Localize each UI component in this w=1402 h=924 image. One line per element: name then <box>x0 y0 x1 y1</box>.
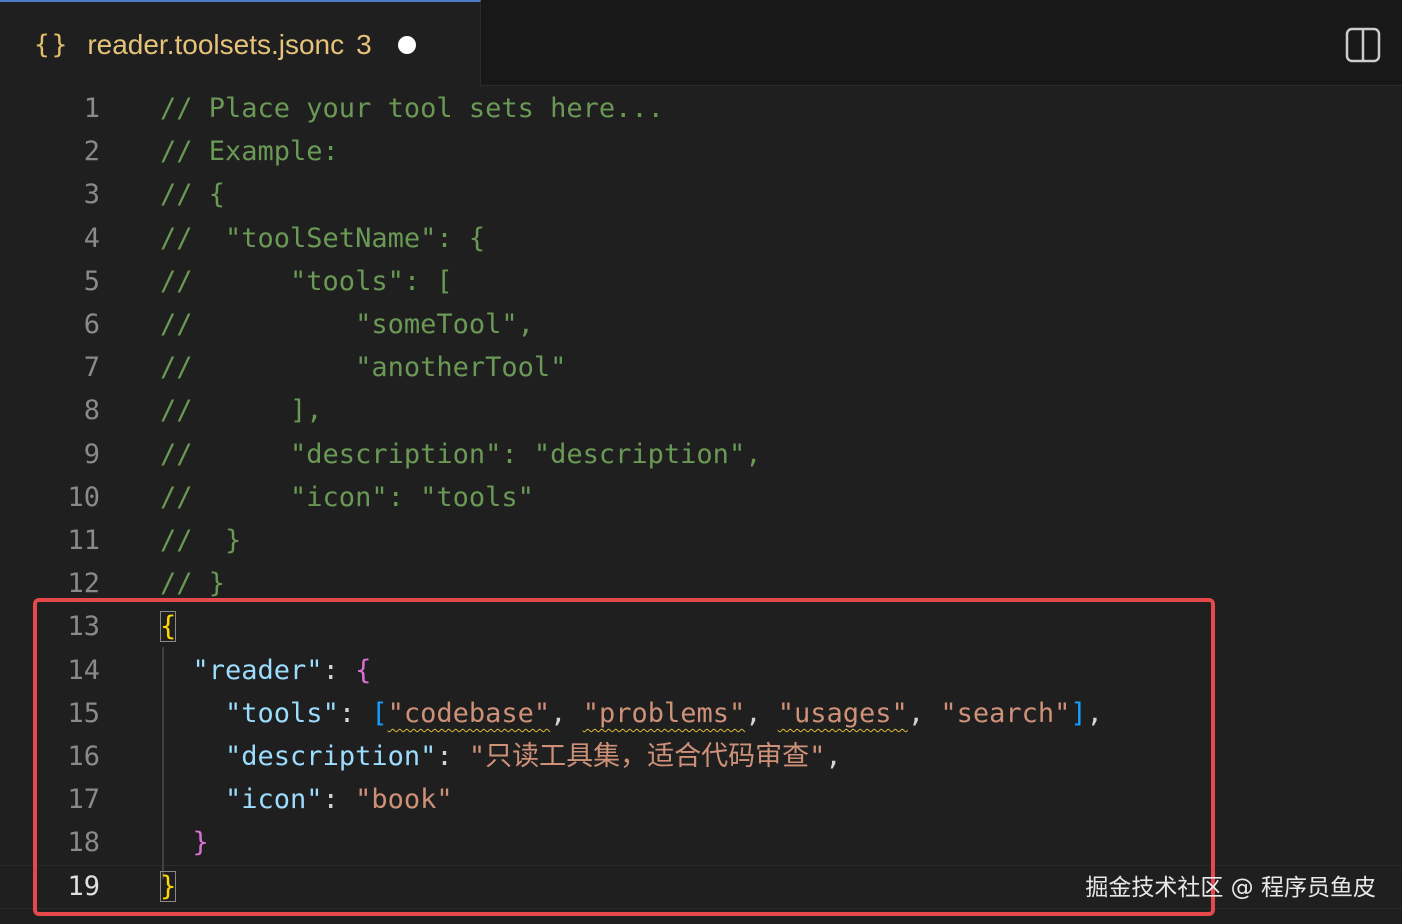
unsaved-dot-icon[interactable] <box>397 35 416 54</box>
watermark: 掘金技术社区 @ 程序员鱼皮 <box>1085 875 1376 901</box>
line-number: 1 <box>83 93 100 124</box>
code-text: // ], <box>160 395 323 426</box>
code-line: 8 // ], <box>0 389 1402 432</box>
code-text: // "description": "description", <box>160 439 762 470</box>
code-line: 7 // "anotherTool" <box>0 346 1402 389</box>
code-text: // "someTool", <box>160 309 534 340</box>
code-text: // { <box>160 179 226 210</box>
code-text: // Place your tool sets here... <box>160 93 664 124</box>
line-number: 8 <box>83 395 100 426</box>
code-line: 5 // "tools": [ <box>0 260 1402 303</box>
split-editor-icon[interactable] <box>1345 27 1381 63</box>
tab-filename: reader.toolsets.jsonc <box>87 28 345 60</box>
code-line: 6 // "someTool", <box>0 303 1402 346</box>
problem-count-badge: 3 <box>356 28 372 60</box>
code-text: // "anotherTool" <box>160 352 567 383</box>
line-number: 11 <box>67 525 100 556</box>
editor-tab[interactable]: {} reader.toolsets.jsonc 3 <box>0 0 481 87</box>
code-line: 4 // "toolSetName": { <box>0 217 1402 260</box>
line-number: 6 <box>83 309 100 340</box>
code-line: 1 // Place your tool sets here... <box>0 87 1402 130</box>
code-text: // "toolSetName": { <box>160 223 486 254</box>
code-text: // Example: <box>160 136 339 167</box>
line-number: 4 <box>83 223 100 254</box>
line-number: 7 <box>83 352 100 383</box>
code-line: 2 // Example: <box>0 130 1402 173</box>
tab-bar: {} reader.toolsets.jsonc 3 <box>0 0 1402 87</box>
code-line: 9 // "description": "description", <box>0 433 1402 476</box>
code-text: // } <box>160 525 242 556</box>
line-number: 9 <box>83 439 100 470</box>
line-number: 5 <box>83 266 100 297</box>
json-braces-icon: {} <box>34 29 70 60</box>
line-number: 10 <box>67 482 100 513</box>
code-line: 3 // { <box>0 173 1402 216</box>
line-number: 2 <box>83 136 100 167</box>
line-number: 3 <box>83 179 100 210</box>
highlight-annotation-box <box>33 598 1215 916</box>
code-line: 11 // } <box>0 519 1402 562</box>
code-text: // "icon": "tools" <box>160 482 534 513</box>
code-text: // "tools": [ <box>160 266 453 297</box>
code-line: 10 // "icon": "tools" <box>0 476 1402 519</box>
